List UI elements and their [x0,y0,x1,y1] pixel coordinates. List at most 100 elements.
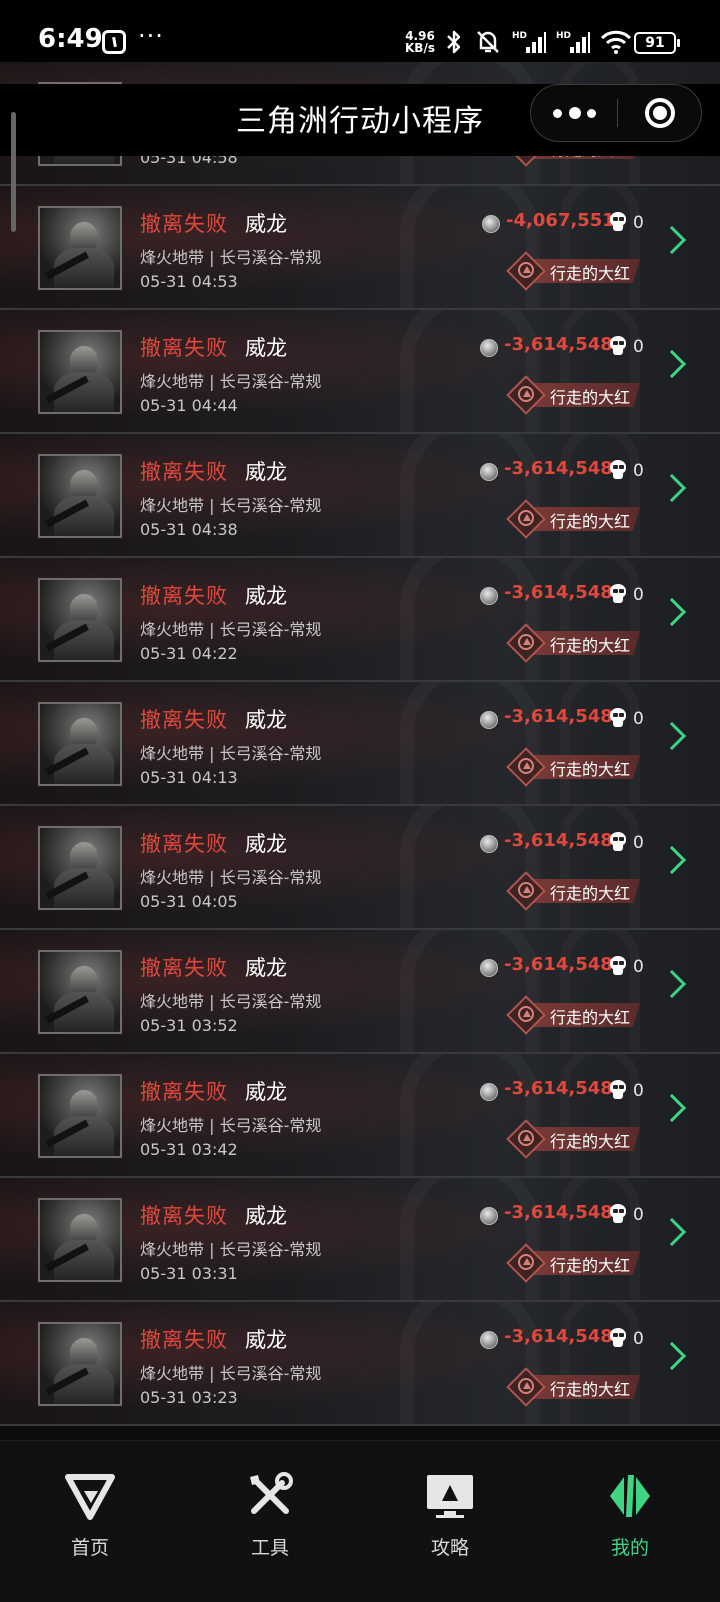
rank-badge: 行走的大红 [506,1119,642,1159]
chevron-right-icon[interactable] [657,845,687,875]
result-status: 撤离失败 [140,336,228,360]
mode-map: 烽火地带 | 长弓溪谷-常规 [140,744,322,763]
more-dot-icon [587,109,596,118]
scrollbar[interactable] [11,112,16,232]
list-item[interactable]: 撤离失败 威龙 烽火地带 | 长弓溪谷-常规 05-31 04:53 -4,06… [0,186,720,310]
tab-tools[interactable]: 工具 [210,1471,330,1571]
system-icons: HD HD [444,28,632,56]
list-item[interactable]: 撤离失败 威龙 烽火地带 | 长弓溪谷-常规 05-31 03:52 -3,61… [0,930,720,1054]
tools-icon [250,1472,293,1514]
rank-badge-icon [518,882,534,898]
rank-label: 行走的大红 [550,636,631,655]
background-arch [400,434,540,556]
list-item[interactable]: 撤离失败 威龙 烽火地带 | 长弓溪谷-常规 05-31 04:38 -3,61… [0,434,720,558]
chevron-right-icon[interactable] [657,1341,687,1371]
skull-icon [608,584,628,606]
list-item[interactable]: 撤离失败 威龙 烽火地带 | 长弓溪谷-常规 05-31 04:13 -3,61… [0,682,720,806]
rank-label: 行走的大红 [550,1132,631,1151]
wifi-icon [600,30,632,54]
match-record-list[interactable]: 05-31 04:58 行走的大红 撤离失败 威龙 烽火地带 | 长弓溪谷-常规… [0,62,720,1440]
rank-badge-icon [518,1006,534,1022]
operator-name: 威龙 [245,956,287,980]
chevron-right-icon[interactable] [657,225,687,255]
miniprogram-capsule [530,84,702,142]
kill-count: 0 [633,1081,644,1101]
skull-icon [608,1080,628,1102]
avatar [38,330,122,414]
rank-badge: 行走的大红 [506,499,642,539]
background-arch [560,682,640,804]
result-status: 撤离失败 [140,832,228,856]
skull-icon [608,212,628,234]
avatar [38,578,122,662]
rank-badge-icon [518,634,534,650]
list-item[interactable]: 撤离失败 威龙 烽火地带 | 长弓溪谷-常规 05-31 04:22 -3,61… [0,558,720,682]
chevron-right-icon[interactable] [657,721,687,751]
result-status: 撤离失败 [140,956,228,980]
chevron-right-icon[interactable] [657,597,687,627]
tab-guide[interactable]: 攻略 [390,1471,510,1571]
chevron-right-icon[interactable] [657,473,687,503]
value-change: -4,067,551 [506,210,615,231]
mode-map: 烽火地带 | 长弓溪谷-常规 [140,868,322,887]
tab-guide-label: 攻略 [430,1537,469,1559]
value-change: -3,614,548 [504,1078,613,1099]
avatar [38,1198,122,1282]
avatar [38,826,122,910]
value-change: -3,614,548 [504,830,613,851]
signal-hd-2-icon: HD [556,31,590,53]
list-item[interactable]: 撤离失败 威龙 烽火地带 | 长弓溪谷-常规 05-31 03:23 -3,61… [0,1302,720,1426]
background-arch [400,558,540,680]
background-arch [400,930,540,1052]
background-arch [560,1054,640,1176]
chevron-right-icon[interactable] [657,969,687,999]
operator-name: 威龙 [245,832,287,856]
list-item[interactable]: 撤离失败 威龙 烽火地带 | 长弓溪谷-常规 05-31 04:05 -3,61… [0,806,720,930]
operator-name: 威龙 [245,1204,287,1228]
avatar [38,1322,122,1406]
status-time: 6:49 [38,24,103,54]
guide-monitor-icon [427,1475,473,1518]
rank-badge-icon [518,1254,534,1270]
background-arch [560,186,640,308]
mode-map: 烽火地带 | 长弓溪谷-常规 [140,248,322,267]
background-arch [400,806,540,928]
rank-label: 行走的大红 [550,388,631,407]
close-dot-icon [653,106,667,120]
chevron-right-icon[interactable] [657,1093,687,1123]
list-item[interactable]: 撤离失败 威龙 烽火地带 | 长弓溪谷-常规 05-31 04:44 -3,61… [0,310,720,434]
value-change: -3,614,548 [504,706,613,727]
rank-badge: 行走的大红 [506,1243,642,1283]
bluetooth-icon [447,30,461,54]
list-item[interactable]: 撤离失败 威龙 烽火地带 | 长弓溪谷-常规 05-31 03:42 -3,61… [0,1054,720,1178]
skull-icon [608,956,628,978]
more-notifications-icon: ··· [138,22,164,50]
rank-label: 行走的大红 [550,884,631,903]
chevron-right-icon[interactable] [657,349,687,379]
value-change: -3,614,548 [504,334,613,355]
kill-count: 0 [633,1329,644,1349]
background-arch [400,1178,540,1300]
mode-map: 烽火地带 | 长弓溪谷-常规 [140,992,322,1011]
skull-icon [608,336,628,358]
operator-name: 威龙 [245,212,287,236]
avatar [38,1074,122,1158]
list-item[interactable]: 撤离失败 威龙 烽火地带 | 长弓溪谷-常规 05-31 03:31 -3,61… [0,1178,720,1302]
svg-text:HD: HD [512,31,527,41]
result-status: 撤离失败 [140,1328,228,1352]
operator-name: 威龙 [245,1328,287,1352]
match-time: 05-31 03:42 [140,1140,238,1159]
result-status: 撤离失败 [140,460,228,484]
more-dot-icon [553,109,562,118]
rank-label: 行走的大红 [550,264,631,283]
background-arch [560,1302,640,1424]
close-miniprogram-button[interactable] [617,85,703,141]
chevron-right-icon[interactable] [657,1217,687,1247]
more-menu-button[interactable] [531,85,617,141]
mode-map: 烽火地带 | 长弓溪谷-常规 [140,1240,322,1259]
skull-icon [608,1328,628,1350]
tab-profile[interactable]: 我的 [570,1471,690,1571]
skull-icon [608,1204,628,1226]
tab-home[interactable]: 首页 [30,1471,150,1571]
coin-icon [480,835,498,853]
